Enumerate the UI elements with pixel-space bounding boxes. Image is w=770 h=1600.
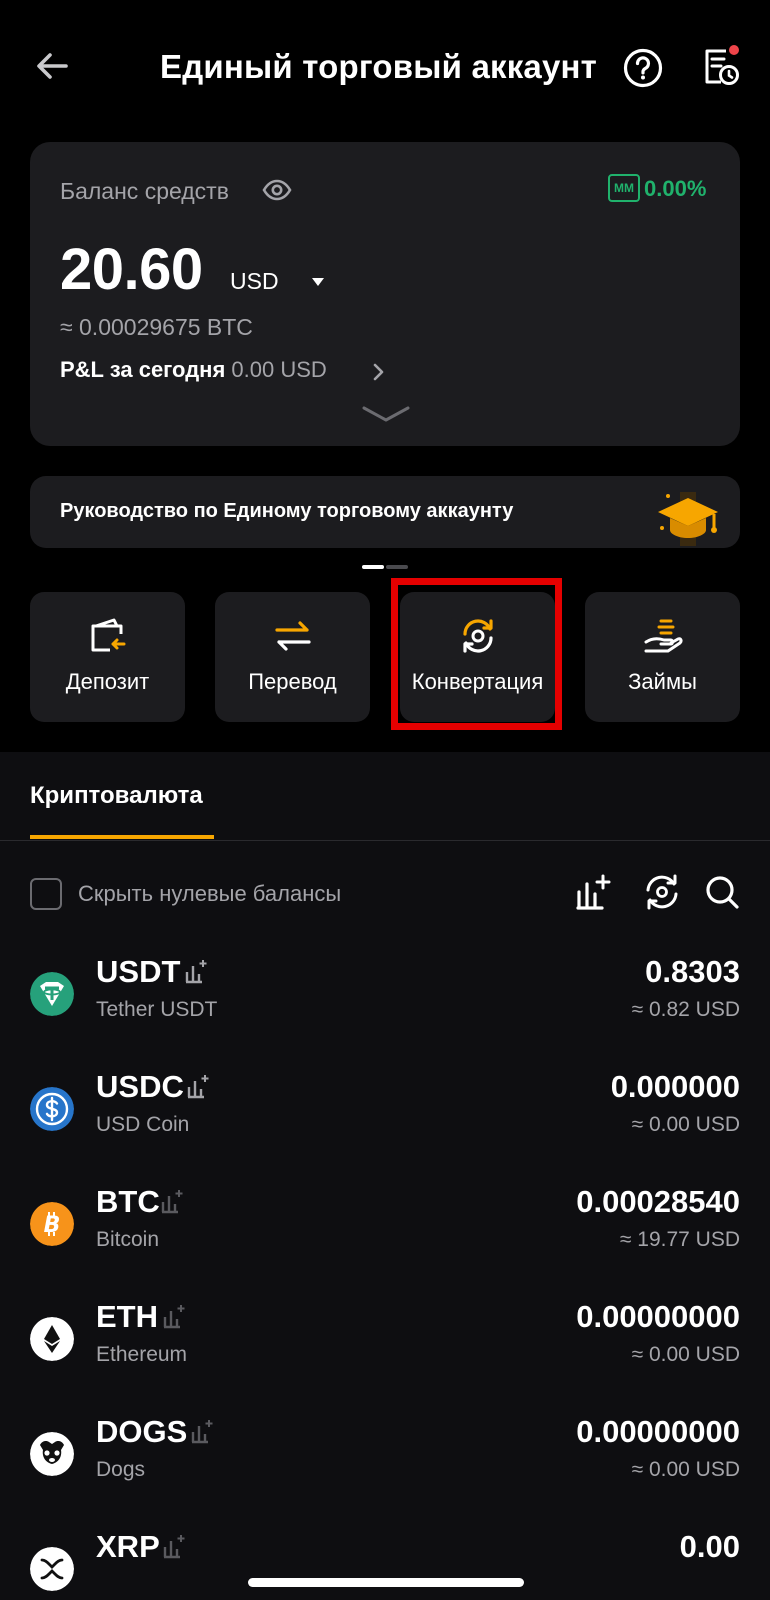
usdc-coin-icon — [30, 1087, 74, 1131]
header: Единый торговый аккаунт — [0, 0, 770, 136]
asset-name: Tether USDT — [96, 998, 218, 1021]
transfer-arrows-icon — [275, 621, 311, 651]
pnl-today[interactable]: P&L за сегодня 0.00 USD — [60, 357, 327, 383]
transfer-button[interactable]: Перевод — [215, 592, 370, 722]
eye-icon[interactable] — [262, 176, 292, 204]
asset-row-btc[interactable]: B BTC Bitcoin 0.00028540 ≈ 19.77 USD — [0, 1172, 770, 1282]
mini-chart-icon[interactable] — [190, 1418, 214, 1444]
asset-symbol: USDT — [96, 954, 181, 989]
btc-coin-icon: B — [30, 1202, 74, 1246]
hide-zero-checkbox[interactable] — [30, 878, 62, 910]
transfer-label: Перевод — [248, 669, 337, 694]
mm-badge: MM — [608, 174, 640, 202]
balance-currency[interactable]: USD — [230, 268, 279, 295]
asset-row-eth[interactable]: ETH Ethereum 0.00000000 ≈ 0.00 USD — [0, 1287, 770, 1397]
carousel-dot — [386, 565, 408, 569]
help-icon[interactable] — [622, 47, 664, 89]
eth-coin-icon — [30, 1317, 74, 1361]
guide-banner[interactable]: Руководство по Единому торговому аккаунт… — [30, 476, 740, 548]
balance-btc-equivalent: ≈ 0.00029675 BTC — [60, 314, 253, 340]
asset-usd-value: ≈ 0.00 USD — [631, 1343, 740, 1366]
balance-card: Баланс средств MM 0.00% 20.60 USD ≈ 0.00… — [30, 142, 740, 446]
mini-chart-icon[interactable] — [184, 958, 208, 984]
tab-active-indicator — [30, 835, 214, 839]
loan-hand-icon — [644, 619, 683, 653]
graduation-cap-icon — [658, 492, 718, 546]
balance-label: Баланс средств — [60, 178, 229, 204]
asset-name: USD Coin — [96, 1113, 190, 1136]
add-chart-icon[interactable] — [574, 872, 614, 912]
asset-name: Ethereum — [96, 1343, 188, 1366]
asset-symbol: USDC — [96, 1069, 184, 1104]
asset-usd-value: ≈ 0.00 USD — [631, 1113, 740, 1136]
convert-small-icon[interactable] — [642, 872, 682, 912]
search-icon[interactable] — [702, 872, 742, 912]
mini-chart-icon[interactable] — [160, 1188, 184, 1214]
history-icon[interactable] — [698, 44, 742, 88]
mm-value: 0.00% — [644, 176, 707, 201]
asset-amount: 0.8303 — [645, 954, 740, 989]
mini-chart-icon[interactable] — [162, 1303, 186, 1329]
asset-symbol: DOGS — [96, 1414, 188, 1449]
page-title: Единый торговый аккаунт — [160, 48, 598, 85]
asset-name: Dogs — [96, 1458, 146, 1481]
asset-amount: 0.00028540 — [576, 1184, 740, 1219]
asset-name: Bitcoin — [96, 1228, 160, 1251]
notification-dot — [729, 45, 739, 55]
divider — [0, 840, 770, 841]
asset-symbol: ETH — [96, 1299, 158, 1334]
asset-row-dogs[interactable]: DOGS Dogs 0.00000000 ≈ 0.00 USD — [0, 1402, 770, 1512]
asset-amount: 0.00 — [679, 1529, 740, 1564]
loans-button[interactable]: Займы — [585, 592, 740, 722]
asset-amount: 0.000000 — [610, 1069, 740, 1104]
balance-amount: 20.60 — [60, 237, 203, 302]
asset-row-usdc[interactable]: USDC USD Coin 0.000000 ≈ 0.00 USD — [0, 1057, 770, 1167]
loans-label: Займы — [628, 669, 697, 694]
back-arrow-icon[interactable] — [32, 46, 72, 86]
asset-usd-value: ≈ 0.00 USD — [631, 1458, 740, 1481]
asset-amount: 0.00000000 — [576, 1299, 740, 1334]
guide-text: Руководство по Единому торговому аккаунт… — [60, 500, 514, 522]
deposit-label: Депозит — [65, 669, 150, 694]
asset-amount: 0.00000000 — [576, 1414, 740, 1449]
highlight-box — [391, 578, 562, 730]
usdt-coin-icon — [30, 972, 74, 1016]
wallet-deposit-icon — [91, 618, 126, 652]
asset-row-usdt[interactable]: USDT Tether USDT 0.8303 ≈ 0.82 USD — [0, 942, 770, 1052]
pnl-label: P&L за сегодня — [60, 357, 226, 382]
asset-symbol: BTC — [96, 1184, 160, 1219]
mini-chart-icon[interactable] — [162, 1533, 186, 1559]
dogs-coin-icon — [30, 1432, 74, 1476]
deposit-button[interactable]: Депозит — [30, 592, 185, 722]
carousel-dot-active — [362, 565, 384, 569]
home-indicator[interactable] — [248, 1578, 524, 1587]
asset-usd-value: ≈ 19.77 USD — [619, 1228, 740, 1251]
hide-zero-label[interactable]: Скрыть нулевые балансы — [78, 881, 341, 907]
asset-usd-value: ≈ 0.82 USD — [631, 998, 740, 1021]
pnl-value: 0.00 USD — [231, 357, 327, 382]
assets-panel: Криптовалюта Скрыть нулевые балансы USDT… — [0, 752, 770, 1600]
asset-symbol: XRP — [96, 1529, 160, 1564]
svg-text:B: B — [44, 1213, 61, 1238]
chevron-right-icon[interactable] — [372, 362, 386, 382]
carousel-indicator — [362, 565, 408, 569]
caret-down-icon[interactable] — [312, 277, 324, 287]
chevron-down-icon[interactable] — [360, 404, 412, 424]
asset-row-xrp[interactable]: XRP 0.00 — [0, 1517, 770, 1600]
xrp-coin-icon — [30, 1547, 74, 1591]
mini-chart-icon[interactable] — [186, 1073, 210, 1099]
tab-crypto[interactable]: Криптовалюта — [30, 782, 203, 810]
